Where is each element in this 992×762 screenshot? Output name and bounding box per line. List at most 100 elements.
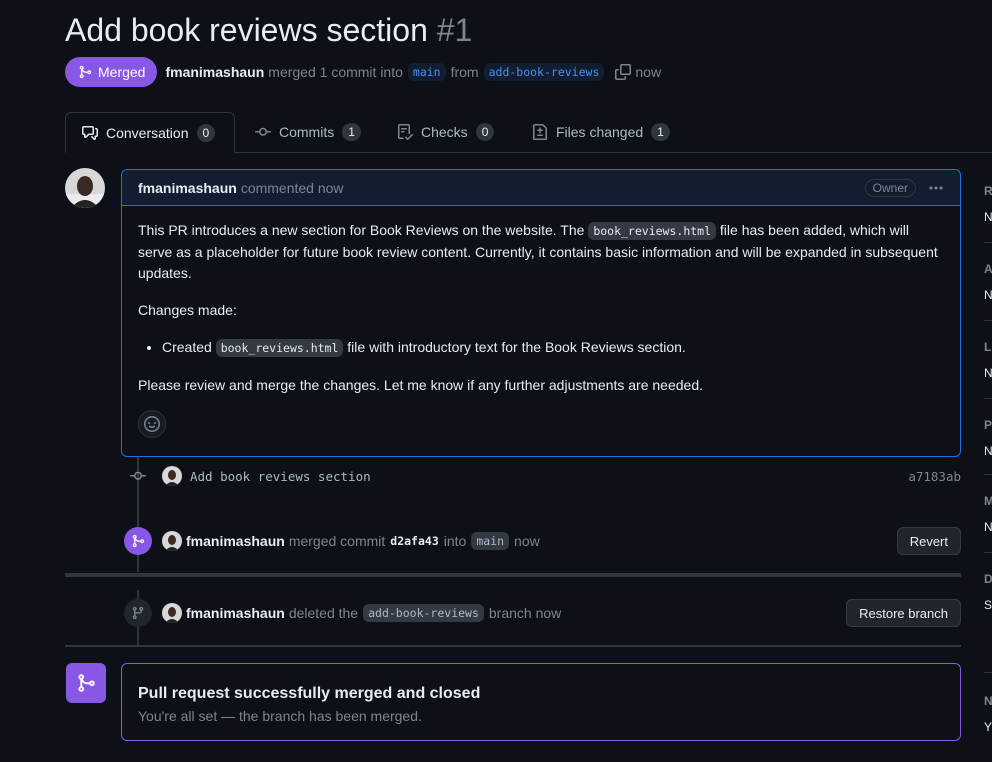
commit-sha-link[interactable]: a7183ab — [908, 469, 961, 484]
delete-branch-event: fmanimashaun deleted the add-book-review… — [124, 598, 961, 628]
add-reaction-button[interactable] — [138, 410, 166, 438]
comment-header: fmanimashaun commented now Owner — [122, 170, 960, 206]
event-author-link[interactable]: fmanimashaun — [186, 605, 285, 621]
copy-icon[interactable] — [615, 64, 632, 80]
merge-status-heading: Pull request successfully merged and clo… — [138, 685, 481, 702]
event-time: now — [514, 533, 540, 549]
comment-paragraph: Please review and merge the changes. Let… — [138, 377, 703, 393]
git-commit-icon — [128, 468, 148, 484]
pr-title: Add book reviews section — [65, 12, 428, 48]
pr-tabs: Conversation 0 Commits 1 Checks 0 Files … — [65, 112, 992, 153]
kebab-horizontal-icon[interactable] — [928, 180, 944, 196]
merge-event-text: fmanimashaun merged commit d2afa43 into … — [186, 532, 540, 550]
event-text: into — [443, 533, 467, 549]
sidebar-section-notifications[interactable]: NY — [984, 694, 992, 734]
commit-row: Add book reviews section a7183ab — [128, 465, 961, 487]
sidebar-value: Y — [984, 720, 992, 734]
tab-conversation[interactable]: Conversation 0 — [65, 112, 235, 153]
commit-message-link[interactable]: Add book reviews section — [190, 469, 371, 484]
event-text: branch now — [488, 605, 562, 621]
event-text: deleted the — [288, 605, 359, 621]
pr-meta: Merged fmanimashaun merged 1 commit into… — [65, 57, 661, 87]
timeline-divider — [65, 573, 961, 577]
deleted-branch: add-book-reviews — [363, 604, 484, 622]
merge-commit-sha[interactable]: d2afa43 — [390, 534, 438, 548]
owner-badge: Owner — [864, 178, 916, 197]
head-branch[interactable]: add-book-reviews — [483, 63, 605, 81]
tab-commits[interactable]: Commits 1 — [255, 112, 361, 152]
comment-author-link[interactable]: fmanimashaun — [138, 180, 237, 196]
tab-files-changed-label: Files changed — [556, 124, 644, 140]
sidebar-value: S — [984, 598, 992, 612]
tab-conversation-count: 0 — [196, 123, 216, 142]
comment-paragraph: Changes made: — [138, 302, 237, 318]
pr-time: now — [635, 64, 662, 80]
sidebar-section-milestone[interactable]: MN — [984, 494, 992, 534]
sidebar-label: N — [984, 694, 992, 708]
pr-number: #1 — [436, 12, 473, 48]
target-branch[interactable]: main — [471, 532, 510, 550]
sidebar-section-assignees[interactable]: AN — [984, 262, 992, 302]
comment-list: Created book_reviews.html file with intr… — [138, 337, 944, 359]
sidebar-section-projects[interactable]: PN — [984, 418, 992, 458]
page-title: Add book reviews section #1 — [65, 10, 472, 50]
sidebar-divider — [984, 398, 992, 399]
sidebar-value: N — [984, 520, 992, 534]
pr-summary-text: merged 1 commit into — [268, 64, 403, 80]
sidebar-label: D — [984, 572, 992, 586]
sidebar-label: L — [984, 340, 992, 354]
list-item: Created book_reviews.html file with intr… — [162, 337, 944, 359]
inline-code: book_reviews.html — [215, 339, 344, 357]
comment-box: fmanimashaun commented now Owner This PR… — [121, 169, 961, 457]
tab-checks-count: 0 — [475, 123, 495, 141]
from-text: from — [450, 64, 479, 80]
sidebar-divider — [984, 474, 992, 475]
git-merge-icon — [124, 527, 152, 555]
timeline-divider — [65, 645, 961, 647]
sidebar-divider — [984, 320, 992, 321]
git-commit-icon — [255, 124, 271, 140]
comment-text: file with introductory text for the Book… — [347, 339, 686, 355]
comment-paragraph: This PR introduces a new section for Boo… — [138, 220, 944, 284]
event-author-link[interactable]: fmanimashaun — [186, 533, 285, 549]
tab-conversation-label: Conversation — [106, 124, 189, 141]
sidebar-section-reviewers[interactable]: RN — [984, 184, 992, 224]
sidebar-divider — [984, 242, 992, 243]
sidebar-divider — [984, 552, 992, 553]
merge-event: fmanimashaun merged commit d2afa43 into … — [124, 526, 961, 556]
avatar[interactable] — [162, 603, 182, 623]
sidebar-value: N — [984, 210, 992, 224]
sidebar-label: M — [984, 494, 992, 508]
comment-meta[interactable]: commented now — [241, 180, 344, 196]
tab-checks[interactable]: Checks 0 — [397, 112, 495, 152]
comment-text: Created — [162, 339, 212, 355]
checklist-icon — [397, 124, 413, 140]
merge-status-box: Pull request successfully merged and clo… — [121, 663, 961, 741]
restore-branch-button[interactable]: Restore branch — [846, 599, 961, 627]
sidebar-label: R — [984, 184, 992, 198]
sidebar-value: N — [984, 366, 992, 380]
git-merge-icon — [78, 65, 92, 79]
avatar[interactable] — [162, 466, 182, 486]
merged-state-badge: Merged — [65, 57, 158, 87]
revert-button[interactable]: Revert — [896, 527, 961, 555]
sidebar-section-development[interactable]: DS — [984, 572, 992, 612]
git-merge-icon — [66, 663, 106, 703]
smiley-icon — [144, 416, 160, 432]
avatar[interactable] — [65, 168, 105, 208]
sidebar: RN AN LN PN MN DS NY — [984, 168, 992, 762]
base-branch[interactable]: main — [407, 63, 446, 81]
avatar[interactable] — [162, 531, 182, 551]
merged-state-label: Merged — [98, 64, 146, 80]
sidebar-divider — [984, 672, 992, 673]
merge-status-subtext: You're all set — the branch has been mer… — [138, 708, 422, 724]
tab-commits-count: 1 — [342, 123, 361, 141]
tab-files-changed[interactable]: Files changed 1 — [532, 112, 670, 152]
pr-author-link[interactable]: fmanimashaun — [165, 64, 264, 80]
delete-event-text: fmanimashaun deleted the add-book-review… — [186, 604, 561, 622]
sidebar-section-labels[interactable]: LN — [984, 340, 992, 380]
sidebar-label: A — [984, 262, 992, 276]
event-text: merged commit — [288, 533, 386, 549]
tab-checks-label: Checks — [421, 124, 468, 140]
sidebar-value: N — [984, 444, 992, 458]
